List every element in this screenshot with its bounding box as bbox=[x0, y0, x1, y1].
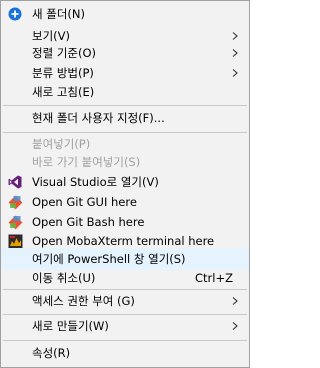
context-menu: 새 폴더(N) 보기(V) 정렬 기준(O) 분류 방법(P) 새로 고침(E)… bbox=[0, 0, 250, 368]
menu-item-label: 새로 만들기(W) bbox=[32, 319, 109, 333]
menu-item-label: 붙여넣기(P) bbox=[32, 137, 91, 151]
menu-separator bbox=[3, 105, 247, 106]
menu-item-open-visual-studio[interactable]: Visual Studio로 열기(V) bbox=[1, 171, 249, 193]
menu-item-label: 액세스 권한 부여 (G) bbox=[32, 294, 135, 308]
menu-item-undo-move[interactable]: 이동 취소(U) Ctrl+Z bbox=[1, 267, 249, 289]
chevron-right-icon bbox=[232, 49, 238, 57]
menu-item-label: Open Git GUI here bbox=[32, 195, 137, 209]
menu-item-open-git-gui[interactable]: Open Git GUI here bbox=[1, 191, 249, 213]
git-bash-icon bbox=[7, 214, 23, 230]
menu-item-label: 분류 방법(P) bbox=[32, 66, 94, 80]
menu-item-new-folder[interactable]: 새 폴더(N) bbox=[1, 3, 249, 25]
new-folder-icon bbox=[7, 6, 23, 22]
menu-item-label: 바로 가기 붙여넣기(S) bbox=[32, 155, 141, 169]
chevron-right-icon bbox=[232, 322, 238, 330]
menu-item-paste-shortcut: 바로 가기 붙여넣기(S) bbox=[1, 151, 249, 173]
menu-item-sort-by[interactable]: 정렬 기준(O) bbox=[1, 42, 249, 64]
menu-item-give-access[interactable]: 액세스 권한 부여 (G) bbox=[1, 290, 249, 312]
chevron-right-icon bbox=[232, 32, 238, 40]
git-gui-icon bbox=[7, 194, 23, 210]
chevron-right-icon bbox=[232, 69, 238, 77]
menu-item-new[interactable]: 새로 만들기(W) bbox=[1, 315, 249, 337]
visual-studio-icon bbox=[7, 174, 23, 190]
menu-item-label: 새 폴더(N) bbox=[32, 7, 85, 21]
menu-item-label: 현재 폴더 사용자 지정(F)... bbox=[32, 111, 165, 125]
menu-item-label: Open Git Bash here bbox=[32, 215, 145, 229]
menu-item-label: 속성(R) bbox=[32, 346, 71, 360]
menu-item-label: 새로 고침(E) bbox=[32, 85, 95, 99]
menu-item-label: Visual Studio로 열기(V) bbox=[32, 175, 159, 189]
menu-separator bbox=[3, 340, 247, 341]
menu-item-label: Open MobaXterm terminal here bbox=[32, 234, 215, 248]
chevron-right-icon bbox=[232, 297, 238, 305]
menu-item-label: 여기에 PowerShell 창 열기(S) bbox=[32, 252, 186, 266]
menu-item-label: 이동 취소(U) bbox=[32, 271, 96, 285]
menu-item-label: 정렬 기준(O) bbox=[32, 46, 96, 60]
menu-item-properties[interactable]: 속성(R) bbox=[1, 342, 249, 364]
keyboard-shortcut: Ctrl+Z bbox=[195, 271, 233, 285]
mobaxterm-icon bbox=[7, 233, 23, 249]
menu-item-refresh[interactable]: 새로 고침(E) bbox=[1, 81, 249, 103]
menu-item-customize-folder[interactable]: 현재 폴더 사용자 지정(F)... bbox=[1, 107, 249, 129]
